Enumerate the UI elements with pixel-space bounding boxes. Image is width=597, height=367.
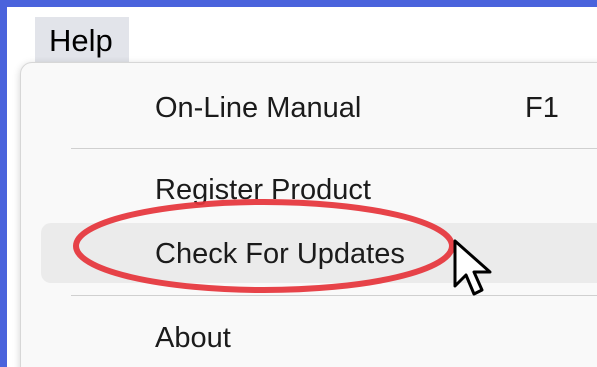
window-border-top <box>0 0 597 7</box>
menu-help[interactable]: Help <box>35 17 129 65</box>
menu-separator <box>71 295 597 296</box>
help-dropdown-menu: On-Line Manual F1 Register Product Check… <box>20 62 597 367</box>
menu-item-shortcut: F1 <box>525 92 559 124</box>
menu-bar: Help <box>7 7 597 65</box>
menu-item-label: About <box>155 322 231 354</box>
menu-item-label: Check For Updates <box>155 238 405 270</box>
menu-item-label: On-Line Manual <box>155 92 362 124</box>
menu-item-about[interactable]: About <box>41 307 597 367</box>
menu-item-check-for-updates[interactable]: Check For Updates <box>41 223 597 283</box>
screenshot: Help On-Line Manual F1 Register Product … <box>0 0 597 367</box>
menu-item-label: Register Product <box>155 174 371 206</box>
menu-item-online-manual[interactable]: On-Line Manual F1 <box>41 77 597 137</box>
window-border-left <box>0 0 7 367</box>
menu-item-register-product[interactable]: Register Product <box>41 159 597 219</box>
menu-separator <box>71 148 597 149</box>
